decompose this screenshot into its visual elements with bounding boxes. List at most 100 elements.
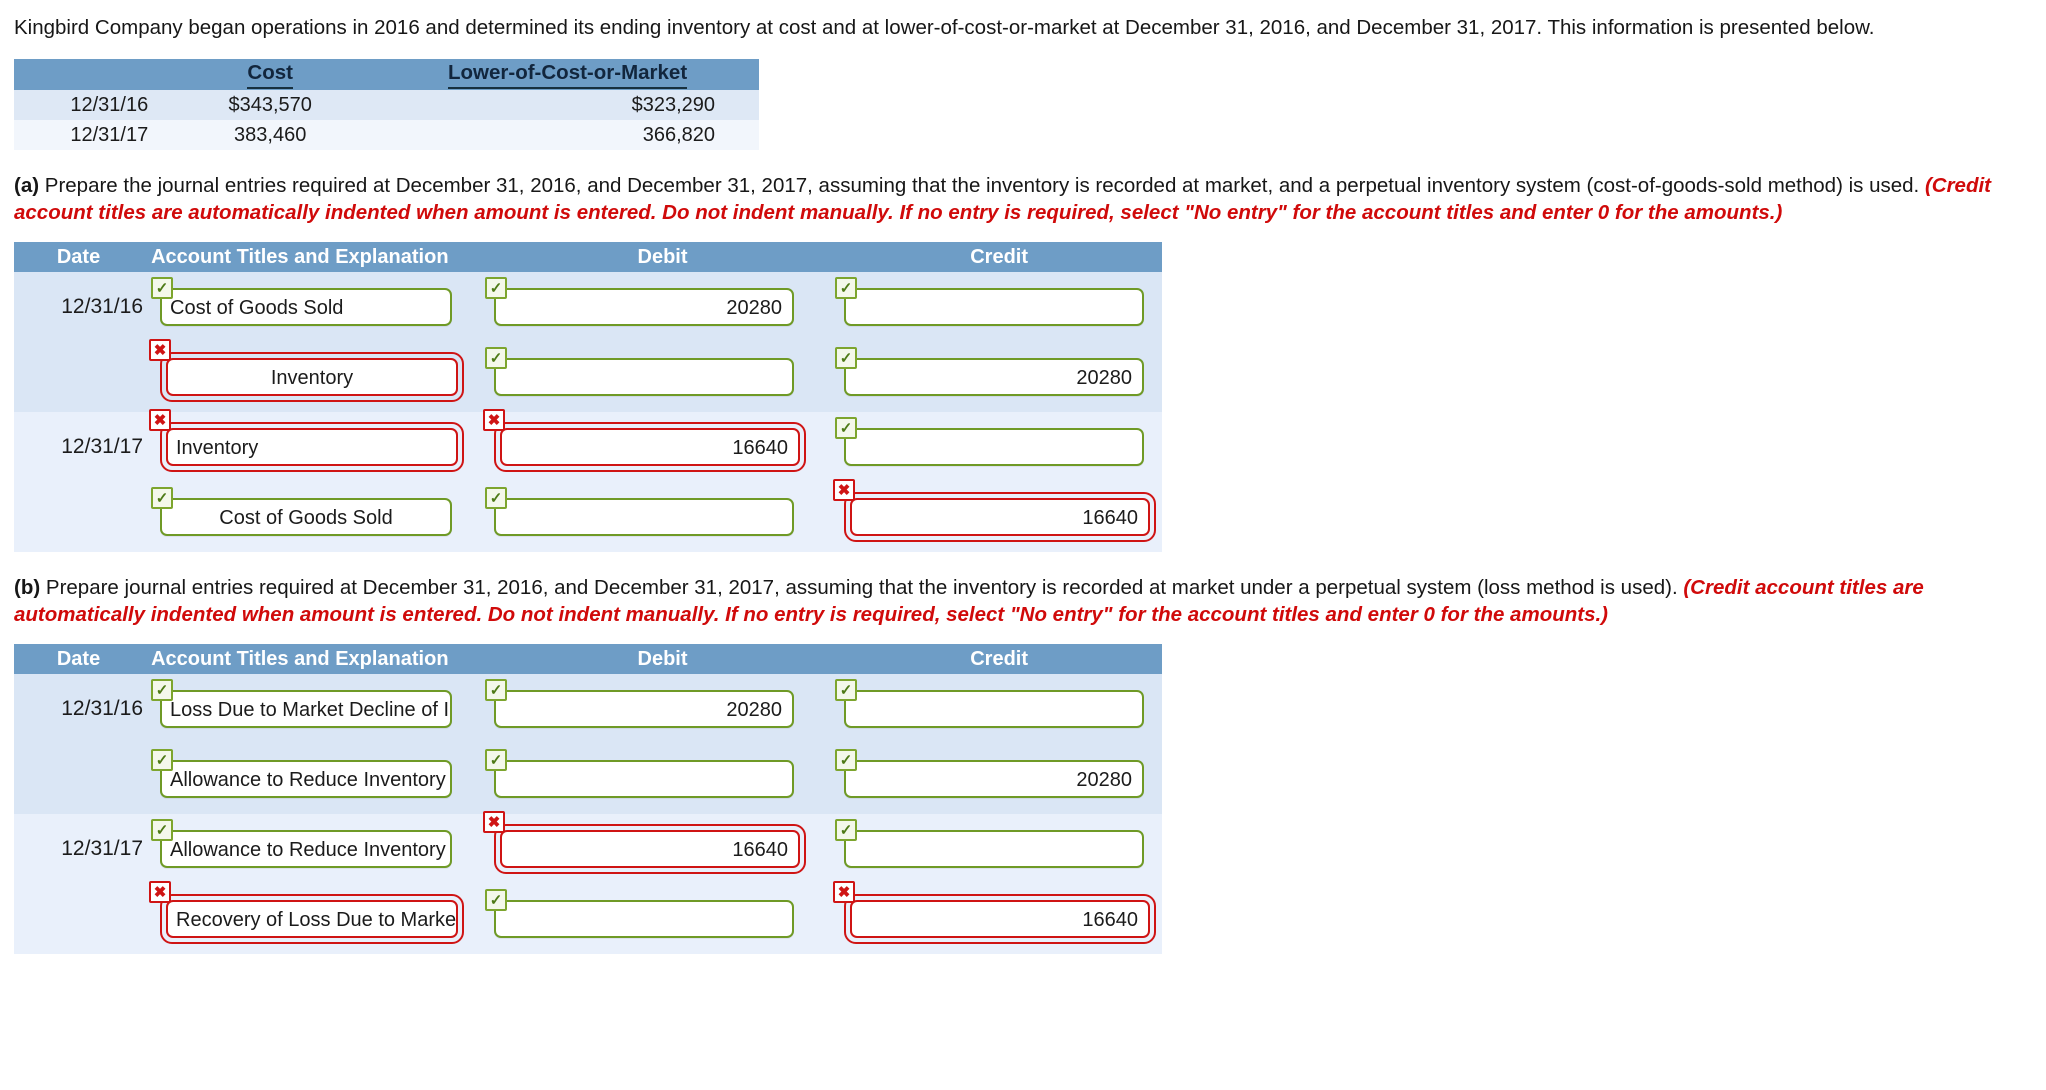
journal-b-header-account: Account Titles and Explanation — [151, 647, 449, 670]
intro-paragraph: Kingbird Company began operations in 201… — [14, 16, 1875, 39]
cost-table-header-lcm: Lower-of-Cost-or-Market — [376, 59, 759, 90]
account-title-input[interactable]: Cost of Goods Sold — [160, 498, 452, 536]
account-title-cell: ✓ Cost of Goods Sold — [144, 277, 484, 326]
debit-amount-field[interactable]: ✓ 20280 — [485, 679, 794, 728]
credit-amount-input[interactable]: 20280 — [844, 358, 1144, 396]
credit-amount-field[interactable]: ✓ — [835, 277, 1144, 326]
error-x-icon: ✖ — [149, 881, 171, 903]
account-title-field[interactable]: ✓ Cost of Goods Sold — [151, 277, 452, 326]
journal-entry-table-a: Date Account Titles and Explanation Debi… — [14, 242, 1162, 552]
part-a-text: Prepare the journal entries required at … — [44, 174, 1920, 197]
table-row: ✖Recovery of Loss Due to Market Decline … — [14, 881, 1162, 954]
debit-amount-field[interactable]: ✓ — [485, 889, 794, 938]
credit-amount-field[interactable]: ✓ — [835, 819, 1144, 868]
debit-amount-input[interactable]: 20280 — [494, 690, 794, 728]
account-title-input[interactable]: Recovery of Loss Due to Market Decline o… — [166, 900, 458, 938]
account-title-input[interactable]: Inventory — [166, 428, 458, 466]
debit-amount-input[interactable]: 16640 — [500, 830, 800, 868]
cost-row-lcm: 366,820 — [376, 120, 759, 150]
part-b-label: (b) — [14, 576, 41, 599]
check-mark-icon: ✓ — [151, 679, 173, 701]
journal-b-body: 12/31/16 ✓ Loss Due to Market Decline of I… — [14, 674, 1162, 954]
cost-row-cost: 383,460 — [164, 120, 377, 150]
credit-amount-input[interactable] — [844, 690, 1144, 728]
journal-row-date: 12/31/16 — [61, 295, 143, 318]
account-title-field[interactable]: ✖ Inventory — [149, 409, 464, 472]
debit-amount-field[interactable]: ✖ 16640 — [483, 811, 806, 874]
cost-row-lcm: $323,290 — [376, 90, 759, 120]
account-title-field[interactable]: ✓Loss Due to Market Decline of Inventory — [151, 679, 452, 728]
account-title-cell: ✓Loss Due to Market Decline of Inventory — [144, 679, 484, 728]
debit-amount-cell: ✖ 16640 — [483, 409, 834, 472]
cost-table-header-blank — [14, 59, 165, 90]
check-mark-icon: ✓ — [835, 819, 857, 841]
credit-amount-field[interactable]: ✖ 16640 — [833, 479, 1156, 542]
credit-amount-input[interactable]: 16640 — [850, 498, 1150, 536]
cost-lcm-table: Cost Lower-of-Cost-or-Market 12/31/16 $3… — [14, 59, 759, 150]
account-title-input[interactable]: Cost of Goods Sold — [160, 288, 452, 326]
check-mark-icon: ✓ — [151, 819, 173, 841]
journal-b-header-date: Date — [56, 647, 101, 670]
table-row: 12/31/17✓Allowance to Reduce Inventory t… — [14, 811, 1162, 884]
cost-row-date: 12/31/16 — [14, 90, 165, 120]
credit-amount-cell: ✓ 20280 — [834, 347, 1162, 396]
account-title-field[interactable]: ✓Allowance to Reduce Inventory to Market — [151, 819, 452, 868]
part-b-text: Prepare journal entries required at Dece… — [45, 576, 1678, 599]
credit-amount-cell: ✓ — [834, 819, 1162, 868]
credit-amount-field[interactable]: ✓ — [835, 679, 1144, 728]
account-title-input[interactable]: Loss Due to Market Decline of Inventory — [160, 690, 452, 728]
credit-amount-cell: ✓ — [834, 679, 1162, 728]
account-title-field[interactable]: ✖ Inventory — [149, 339, 464, 402]
account-title-field[interactable]: ✖Recovery of Loss Due to Market Decline … — [149, 881, 464, 944]
debit-amount-cell: ✓ — [484, 347, 834, 396]
debit-amount-input[interactable] — [494, 358, 794, 396]
table-row: ✖ Inventory ✓ ✓ 20280 — [14, 339, 1162, 412]
error-x-icon: ✖ — [149, 339, 171, 361]
check-mark-icon: ✓ — [151, 749, 173, 771]
lcm-header-label: Lower-of-Cost-or-Market — [448, 61, 688, 89]
journal-a-header-row: Date Account Titles and Explanation Debi… — [14, 242, 1162, 272]
cost-table-head: Cost Lower-of-Cost-or-Market — [14, 59, 759, 90]
debit-amount-cell: ✖ 16640 — [483, 811, 834, 874]
debit-amount-field[interactable]: ✓ 20280 — [485, 277, 794, 326]
account-title-cell: ✖ Inventory — [144, 339, 484, 402]
debit-amount-field[interactable]: ✖ 16640 — [483, 409, 806, 472]
credit-amount-input[interactable] — [844, 830, 1144, 868]
credit-amount-cell: ✓ — [834, 277, 1162, 326]
debit-amount-field[interactable]: ✓ — [485, 347, 794, 396]
debit-amount-cell: ✓ — [484, 487, 834, 536]
error-x-icon: ✖ — [833, 479, 855, 501]
debit-amount-field[interactable]: ✓ — [485, 487, 794, 536]
check-mark-icon: ✓ — [485, 277, 507, 299]
account-title-cell: ✓Allowance to Reduce Inventory to Market — [144, 749, 484, 798]
credit-amount-cell: ✖ 16640 — [833, 881, 1162, 944]
debit-amount-cell: ✓ — [484, 749, 834, 798]
check-mark-icon: ✓ — [485, 487, 507, 509]
account-title-input[interactable]: Allowance to Reduce Inventory to Market — [160, 760, 452, 798]
part-a-label: (a) — [14, 174, 40, 197]
check-mark-icon: ✓ — [835, 347, 857, 369]
credit-amount-field[interactable]: ✖ 16640 — [833, 881, 1156, 944]
credit-amount-field[interactable]: ✓ — [835, 417, 1144, 466]
debit-amount-input[interactable] — [494, 498, 794, 536]
journal-a-header-debit: Debit — [637, 245, 688, 268]
debit-amount-input[interactable]: 20280 — [494, 288, 794, 326]
debit-amount-input[interactable] — [494, 900, 794, 938]
part-a-instructions: (a) Prepare the journal entries required… — [14, 172, 2032, 226]
credit-amount-input[interactable]: 16640 — [850, 900, 1150, 938]
account-title-input[interactable]: Allowance to Reduce Inventory to Market — [160, 830, 452, 868]
credit-amount-field[interactable]: ✓ 20280 — [835, 749, 1144, 798]
credit-amount-input[interactable] — [844, 288, 1144, 326]
credit-amount-input[interactable] — [844, 428, 1144, 466]
cost-table-header-row: Cost Lower-of-Cost-or-Market — [14, 59, 759, 90]
debit-amount-input[interactable] — [494, 760, 794, 798]
cost-table-header-cost: Cost — [164, 59, 377, 90]
account-title-field[interactable]: ✓Allowance to Reduce Inventory to Market — [151, 749, 452, 798]
debit-amount-field[interactable]: ✓ — [485, 749, 794, 798]
debit-amount-cell: ✓ — [484, 889, 834, 938]
account-title-input[interactable]: Inventory — [166, 358, 458, 396]
credit-amount-input[interactable]: 20280 — [844, 760, 1144, 798]
debit-amount-input[interactable]: 16640 — [500, 428, 800, 466]
account-title-field[interactable]: ✓ Cost of Goods Sold — [151, 487, 452, 536]
credit-amount-field[interactable]: ✓ 20280 — [835, 347, 1144, 396]
